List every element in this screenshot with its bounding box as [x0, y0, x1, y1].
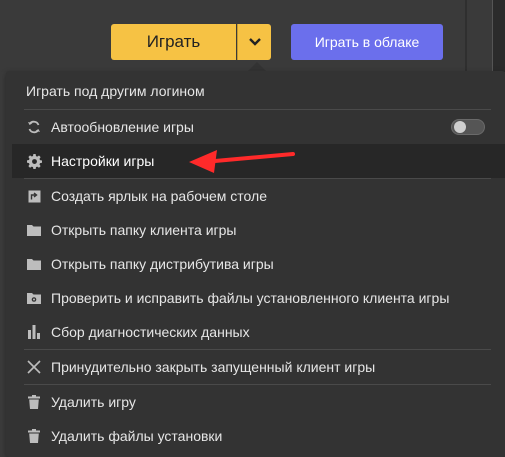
- folder-icon: [26, 256, 42, 272]
- menu-item-play-other-login[interactable]: Играть под другим логином: [12, 74, 505, 108]
- play-button[interactable]: Играть: [111, 24, 236, 60]
- menu-item-delete-setup-files[interactable]: Удалить файлы установки: [12, 419, 505, 453]
- refresh-icon: [26, 119, 42, 135]
- chevron-down-icon: [248, 33, 261, 51]
- trash-icon: [26, 394, 42, 410]
- game-options-menu: Играть под другим логином Автообновление…: [6, 71, 505, 457]
- menu-item-open-distrib-folder[interactable]: Открыть папку дистрибутива игры: [12, 247, 505, 281]
- side-divider: [465, 0, 467, 72]
- annotation-arrow: [189, 150, 295, 173]
- bar-chart-icon: [26, 324, 42, 340]
- repair-folder-icon: [26, 290, 42, 306]
- menu-item-label: Играть под другим логином: [26, 83, 205, 99]
- menu-item-label: Сбор диагностических данных: [51, 324, 250, 340]
- menu-item-label: Настройки игры: [51, 153, 155, 169]
- menu-pointer: [248, 62, 266, 71]
- shortcut-icon: [26, 188, 42, 204]
- gear-icon: [26, 153, 42, 169]
- toggle-knob: [454, 121, 466, 133]
- menu-item-label: Проверить и исправить файлы установленно…: [51, 290, 450, 306]
- menu-item-label: Открыть папку клиента игры: [51, 222, 237, 238]
- play-options-dropdown-button[interactable]: [237, 24, 271, 60]
- menu-item-verify-repair[interactable]: Проверить и исправить файлы установленно…: [12, 281, 505, 315]
- close-icon: [26, 359, 42, 375]
- menu-item-diagnostics[interactable]: Сбор диагностических данных: [12, 315, 505, 349]
- menu-item-label: Принудительно закрыть запущенный клиент …: [51, 359, 376, 375]
- menu-item-uninstall-game[interactable]: Удалить игру: [12, 385, 505, 419]
- right-scroll-edge: [492, 0, 505, 72]
- menu-item-label: Автообновление игры: [51, 119, 194, 135]
- menu-item-force-close[interactable]: Принудительно закрыть запущенный клиент …: [12, 350, 505, 384]
- trash-icon: [26, 428, 42, 444]
- auto-update-toggle[interactable]: [451, 119, 485, 135]
- menu-item-label: Удалить игру: [51, 394, 136, 410]
- menu-item-label: Удалить файлы установки: [51, 428, 223, 444]
- menu-item-create-shortcut[interactable]: Создать ярлык на рабочем столе: [12, 179, 505, 213]
- menu-item-label: Открыть папку дистрибутива игры: [51, 256, 274, 272]
- menu-item-label: Создать ярлык на рабочем столе: [51, 188, 267, 204]
- menu-item-open-client-folder[interactable]: Открыть папку клиента игры: [12, 213, 505, 247]
- folder-icon: [26, 222, 42, 238]
- play-in-cloud-button[interactable]: Играть в облаке: [291, 24, 443, 60]
- menu-item-auto-update[interactable]: Автообновление игры: [12, 110, 505, 144]
